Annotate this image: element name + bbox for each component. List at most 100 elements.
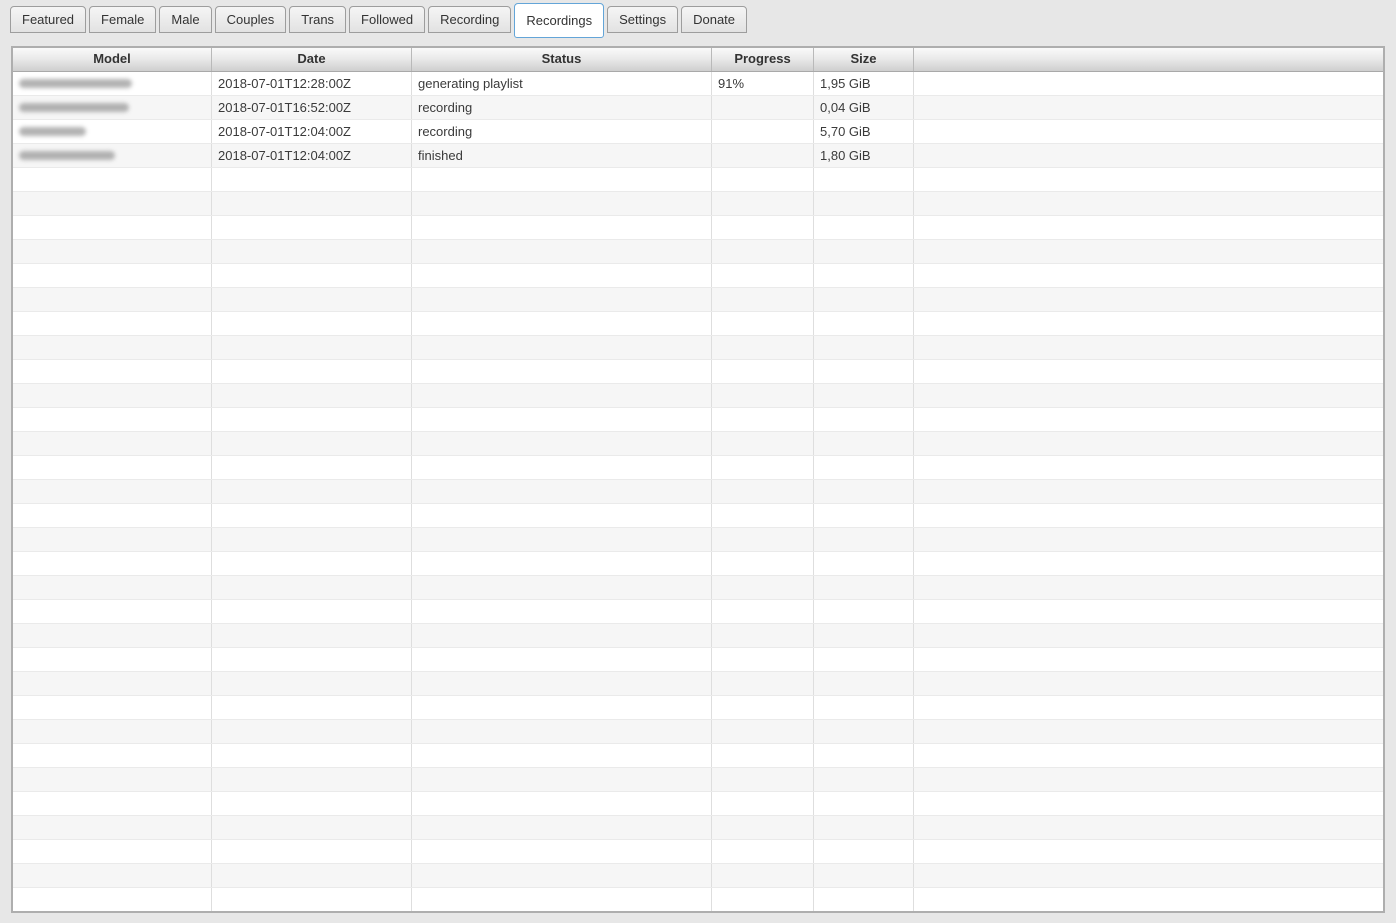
cell-extra [914,600,1383,623]
cell-size [814,456,914,479]
cell-size [814,336,914,359]
empty-row [13,336,1383,360]
cell-status [412,456,712,479]
cell-size [814,864,914,887]
cell-size [814,504,914,527]
column-header-size[interactable]: Size [814,48,914,71]
cell-model [13,744,212,767]
cell-extra [914,216,1383,239]
cell-size [814,816,914,839]
cell-size [814,648,914,671]
cell-progress [712,264,814,287]
tab-trans[interactable]: Trans [289,6,347,33]
cell-size [814,264,914,287]
tab-recordings[interactable]: Recordings [514,3,605,38]
empty-row [13,888,1383,911]
cell-status [412,792,712,815]
column-header-blank[interactable] [914,48,1383,71]
tab-male[interactable]: Male [159,6,212,33]
cell-status [412,480,712,503]
cell-progress [712,384,814,407]
cell-extra [914,672,1383,695]
cell-model [13,192,212,215]
cell-status [412,840,712,863]
cell-date [212,192,412,215]
cell-model [13,480,212,503]
cell-extra [914,72,1383,95]
cell-date [212,792,412,815]
cell-size [814,840,914,863]
cell-model [13,888,212,911]
tab-donate[interactable]: Donate [681,6,748,33]
cell-date [212,288,412,311]
cell-status [412,624,712,647]
cell-model [13,648,212,671]
empty-row [13,624,1383,648]
tab-recording[interactable]: Recording [428,6,512,33]
tab-followed[interactable]: Followed [349,6,426,33]
empty-row [13,576,1383,600]
cell-size [814,216,914,239]
cell-extra [914,480,1383,503]
cell-extra [914,552,1383,575]
cell-status: generating playlist [412,72,712,95]
cell-size [814,528,914,551]
cell-extra [914,648,1383,671]
cell-date [212,576,412,599]
cell-date: 2018-07-01T12:04:00Z [212,120,412,143]
cell-model [13,360,212,383]
cell-progress [712,864,814,887]
cell-extra [914,888,1383,911]
cell-model [13,576,212,599]
recording-row[interactable]: 2018-07-01T12:28:00Z generating playlist 9… [13,72,1383,96]
cell-progress [712,336,814,359]
cell-status [412,312,712,335]
cell-date [212,432,412,455]
empty-row [13,312,1383,336]
recording-row[interactable]: 2018-07-01T16:52:00Z recording 0,04 GiB [13,96,1383,120]
empty-row [13,552,1383,576]
column-header-model[interactable]: Model [13,48,212,71]
column-header-status[interactable]: Status [412,48,712,71]
tab-settings[interactable]: Settings [607,6,679,33]
cell-extra [914,168,1383,191]
empty-row [13,792,1383,816]
cell-status [412,432,712,455]
cell-status [412,504,712,527]
cell-date [212,312,412,335]
cell-progress [712,552,814,575]
empty-row [13,480,1383,504]
cell-extra [914,816,1383,839]
tab-female[interactable]: Female [89,6,157,33]
cell-progress [712,504,814,527]
cell-status [412,744,712,767]
cell-progress [712,840,814,863]
empty-row [13,840,1383,864]
cell-model [13,552,212,575]
tab-featured[interactable]: Featured [10,6,87,33]
recording-row[interactable]: 2018-07-01T12:04:00Z recording 5,70 GiB [13,120,1383,144]
empty-row [13,240,1383,264]
cell-date [212,600,412,623]
cell-progress [712,144,814,167]
empty-row [13,696,1383,720]
cell-progress [712,432,814,455]
column-header-progress[interactable]: Progress [712,48,814,71]
cell-status [412,288,712,311]
cell-status: finished [412,144,712,167]
recording-row[interactable]: 2018-07-01T12:04:00Z finished 1,80 GiB [13,144,1383,168]
cell-status [412,168,712,191]
cell-date [212,552,412,575]
cell-extra [914,768,1383,791]
empty-row [13,768,1383,792]
cell-model [13,816,212,839]
cell-status [412,240,712,263]
cell-date [212,696,412,719]
cell-date [212,264,412,287]
column-header-date[interactable]: Date [212,48,412,71]
tab-bar: Featured Female Male Couples Trans Followed Re… [10,3,750,38]
empty-row [13,648,1383,672]
cell-model [13,768,212,791]
tab-couples[interactable]: Couples [214,6,287,33]
cell-extra [914,384,1383,407]
